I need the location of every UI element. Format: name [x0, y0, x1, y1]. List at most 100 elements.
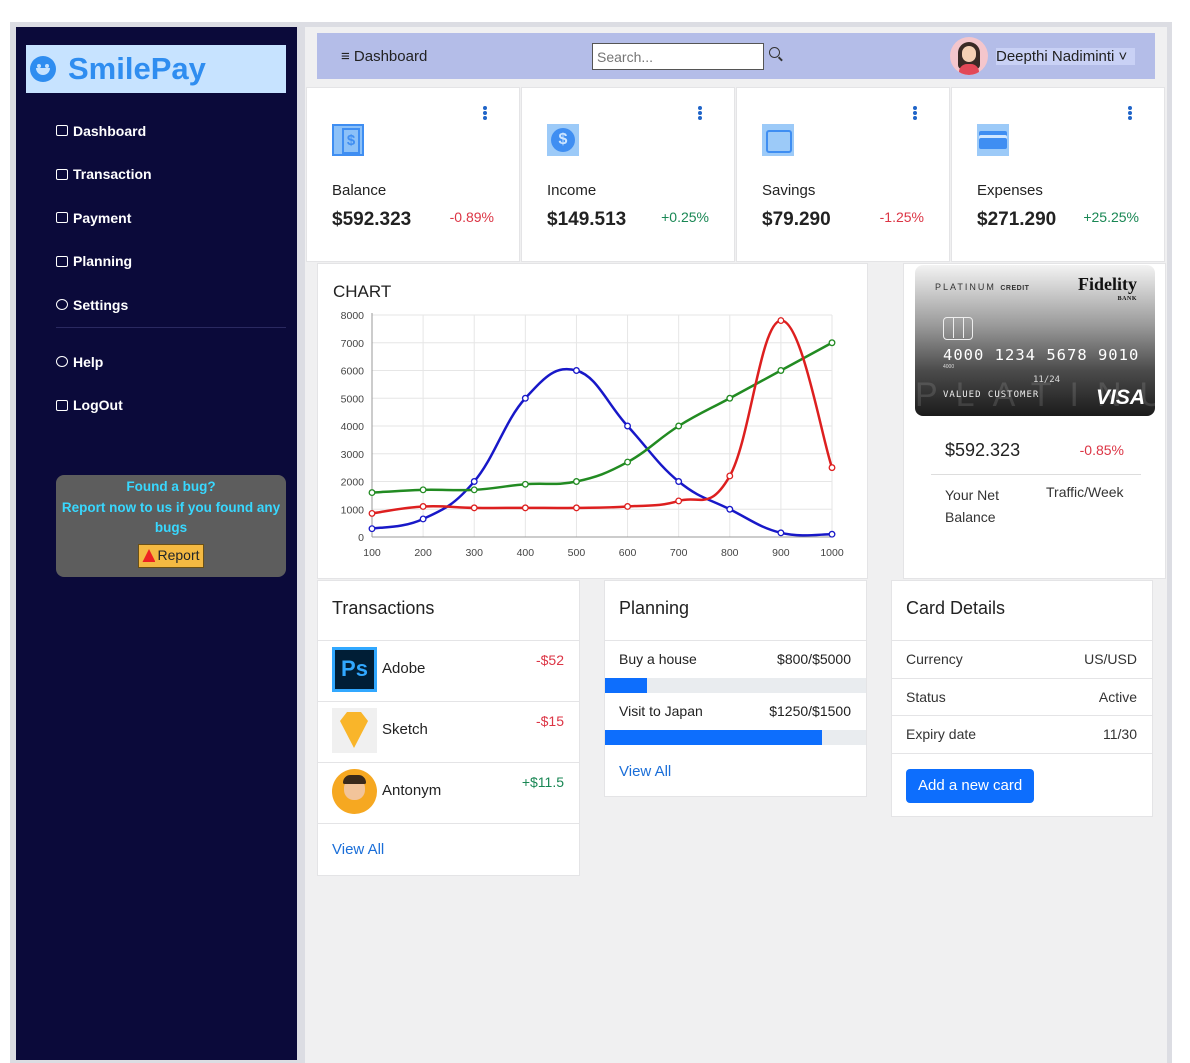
x-tick-label: 500 [568, 547, 586, 559]
stat-change: +25.25% [1083, 209, 1139, 225]
sidebar-item-help[interactable]: Help [56, 340, 123, 384]
y-tick-label: 3000 [341, 449, 365, 461]
stat-amount: $271.290 [977, 209, 1057, 230]
stat-card-income: Income $149.513 +0.25% [521, 87, 735, 262]
detail-row: Currency US/USD [892, 641, 1152, 679]
stat-card-balance: Balance $592.323 -0.89% [306, 87, 520, 262]
list-item[interactable]: Antonym +$11.5 [318, 763, 579, 824]
transaction-amount: +$11.5 [521, 774, 564, 790]
data-point [368, 525, 376, 533]
list-item[interactable]: Sketch -$15 [318, 702, 579, 763]
series-line [371, 367, 833, 537]
sidebar-item-label: Planning [73, 253, 133, 270]
bug-text: Report now to us if you found any bugs [61, 499, 281, 536]
sidebar: SmilePay Dashboard Transaction Payment P… [16, 27, 297, 1060]
data-point [828, 464, 836, 472]
progress-fill [605, 730, 823, 745]
credit-card-icon [977, 124, 1009, 156]
x-tick-label: 200 [414, 547, 432, 559]
data-point [675, 478, 683, 485]
y-tick-label: 8000 [341, 310, 365, 322]
data-point [470, 486, 478, 494]
sidebar-secondary-nav: Help LogOut [56, 340, 123, 427]
brand-name: SmilePay [68, 51, 206, 86]
data-point [470, 478, 478, 485]
chart-card: CHART 0 1000 2000 3000 4000 5000 6000 7000 8000 1… [317, 263, 868, 579]
card-balance: $592.323 [945, 440, 1021, 460]
transaction-amount: -$15 [535, 713, 564, 729]
data-point [675, 422, 683, 430]
list-item[interactable]: Ps Adobe -$52 [318, 641, 579, 702]
sidebar-nav: Dashboard Transaction Payment Planning S… [56, 109, 152, 327]
sidebar-item-logout[interactable]: LogOut [56, 384, 123, 428]
photoshop-logo-icon: Ps [332, 647, 377, 692]
data-point [675, 497, 683, 505]
brand[interactable]: SmilePay [26, 45, 286, 93]
y-tick-label: 6000 [341, 366, 365, 378]
planning-view-all-link[interactable]: View All [619, 763, 866, 780]
report-button[interactable]: Report [138, 543, 204, 568]
transaction-name: Antonym [382, 782, 442, 799]
series-line [371, 341, 833, 494]
chip-icon [943, 317, 973, 340]
detail-value: US/USD [1084, 651, 1137, 667]
data-point [726, 472, 734, 480]
plan-name: Buy a house [619, 651, 697, 667]
progress-fill [605, 678, 647, 693]
x-tick-label: 1000 [820, 547, 844, 559]
transaction-name: Adobe [382, 660, 426, 677]
data-point [521, 504, 529, 512]
sidebar-item-dashboard[interactable]: Dashboard [56, 109, 152, 153]
sidebar-item-transaction[interactable]: Transaction [56, 153, 152, 197]
more-vertical-icon[interactable] [913, 106, 917, 120]
data-point [624, 458, 632, 466]
search-input[interactable] [592, 43, 764, 70]
sidebar-item-label: LogOut [73, 397, 123, 414]
user-menu[interactable]: Deepthi Nadiminti ˅ [947, 33, 1155, 79]
search-icon[interactable] [769, 47, 780, 58]
visa-logo: VISA [1095, 386, 1145, 409]
detail-key: Currency [906, 651, 963, 667]
data-point [368, 489, 376, 497]
sketch-logo-icon [332, 708, 377, 753]
transactions-view-all-link[interactable]: View All [332, 841, 579, 858]
more-vertical-icon[interactable] [698, 106, 702, 120]
data-point [726, 394, 734, 402]
antonym-avatar-icon [332, 769, 377, 814]
more-vertical-icon[interactable] [483, 106, 487, 120]
stat-amount: $149.513 [547, 209, 627, 230]
menu-toggle[interactable]: ≡ Dashboard [341, 48, 427, 65]
x-tick-label: 700 [670, 547, 688, 559]
transaction-amount: -$52 [535, 652, 564, 668]
card-tier: PLATINUM CREDIT [935, 282, 1030, 292]
add-card-button[interactable]: Add a new card [906, 768, 1035, 803]
stat-card-savings: Savings $79.290 -1.25% [736, 87, 950, 262]
stat-label: Savings [762, 182, 816, 199]
data-point [828, 530, 836, 538]
data-point [777, 529, 785, 537]
detail-key: Expiry date [906, 726, 977, 742]
stat-label: Expenses [977, 182, 1043, 199]
stat-amount: $592.323 [332, 209, 412, 230]
sidebar-item-label: Dashboard [73, 122, 147, 139]
progress-bar [605, 730, 866, 745]
card-expiry: 11/24 [1033, 375, 1061, 385]
plan-item: Visit to Japan $1250/$1500 [605, 693, 866, 745]
detail-key: Status [906, 688, 946, 705]
transaction-name: Sketch [382, 721, 428, 738]
sidebar-item-payment[interactable]: Payment [56, 196, 152, 240]
more-vertical-icon[interactable] [1128, 106, 1132, 120]
list-icon [56, 255, 68, 267]
planning-panel: Planning Buy a house $800/$5000 Visit to… [604, 580, 867, 797]
y-tick-label: 7000 [341, 338, 365, 350]
y-tick-label: 0 [358, 532, 364, 544]
sidebar-item-planning[interactable]: Planning [56, 240, 152, 284]
card-balance-change: -0.85% [1079, 442, 1124, 458]
grid-icon [56, 125, 68, 137]
card-bank: Fidelity BANK [1078, 274, 1137, 302]
sidebar-item-settings[interactable]: Settings [56, 283, 152, 327]
topbar: ≡ Dashboard Deepthi Nadiminti ˅ [317, 33, 1155, 79]
data-point [624, 503, 632, 510]
gear-icon [56, 299, 68, 311]
data-point [419, 486, 427, 494]
